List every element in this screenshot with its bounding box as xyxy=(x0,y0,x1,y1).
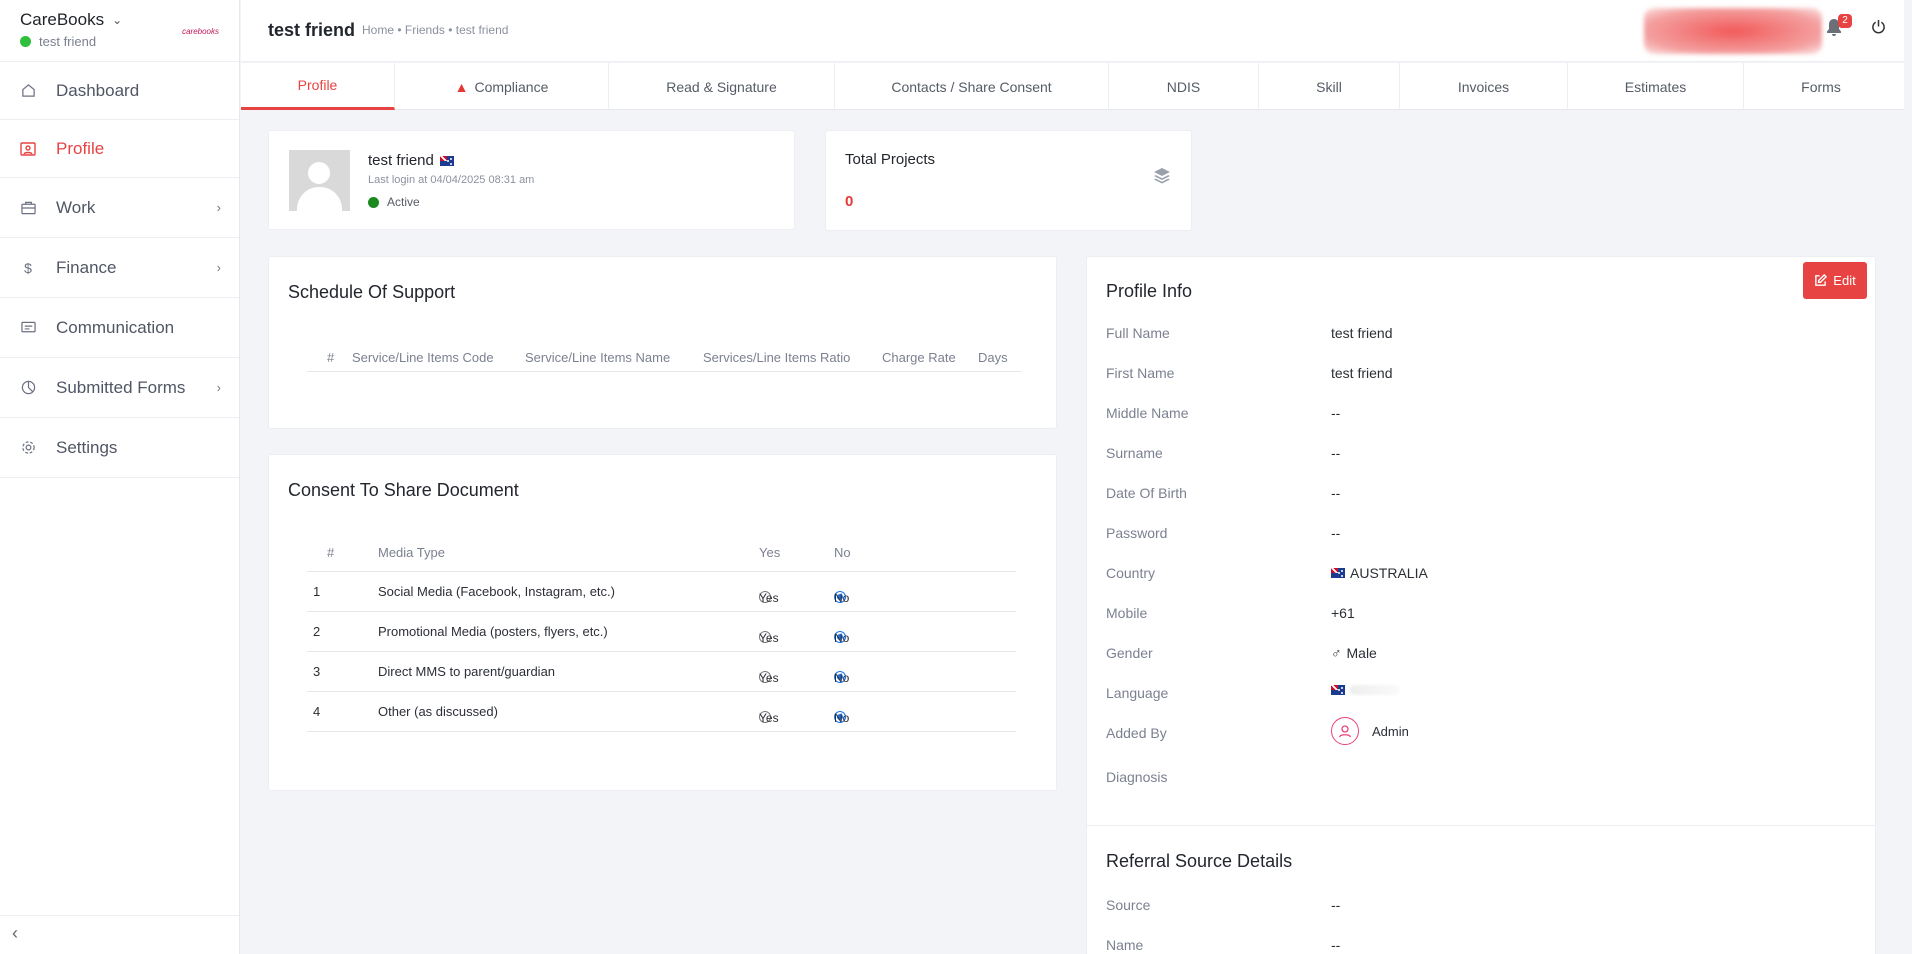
tab-bar: Profile ▲ Compliance Read & Signature Co… xyxy=(241,63,1904,110)
chevron-right-icon: › xyxy=(216,200,221,215)
last-login-text: Last login at 04/04/2025 08:31 am xyxy=(368,174,535,186)
user-name: test friend xyxy=(368,152,434,169)
chevron-down-icon[interactable]: ⌄ xyxy=(112,13,122,27)
consent-table: # Media Type Yes No 1 Social Media (Face… xyxy=(307,545,1016,732)
table-header: # Service/Line Items Code Service/Line I… xyxy=(307,350,1022,372)
sidebar-item-dashboard[interactable]: Dashboard xyxy=(0,62,239,120)
edit-button[interactable]: Edit xyxy=(1803,262,1867,299)
australia-flag-icon xyxy=(1331,685,1345,695)
status-text: Active xyxy=(387,195,420,209)
profile-info-card: Profile Info Edit Full Name test friend … xyxy=(1086,256,1876,954)
collapse-sidebar-icon[interactable]: ‹ xyxy=(12,923,18,944)
australia-flag-icon xyxy=(1331,568,1345,578)
referral-title: Referral Source Details xyxy=(1106,851,1293,871)
user-summary-card: test friend Last login at 04/04/2025 08:… xyxy=(268,130,795,230)
sidebar-item-label: Dashboard xyxy=(56,80,140,100)
tab-invoices[interactable]: Invoices xyxy=(1400,63,1568,110)
tab-read-signature[interactable]: Read & Signature xyxy=(609,63,835,110)
tab-skill[interactable]: Skill xyxy=(1259,63,1400,110)
consent-share-document-card: Consent To Share Document # Media Type Y… xyxy=(268,454,1057,791)
power-icon[interactable] xyxy=(1871,19,1886,39)
active-status-icon xyxy=(368,196,379,208)
sidebar-item-label: Work xyxy=(56,197,96,217)
app-name: CareBooks xyxy=(20,10,105,29)
sidebar-item-submitted-forms[interactable]: Submitted Forms › xyxy=(0,358,239,418)
online-status-icon xyxy=(20,36,31,47)
table-row: 3 Direct MMS to parent/guardian Yes No xyxy=(307,652,1016,692)
schedule-of-support-card: Schedule Of Support # Service/Line Items… xyxy=(268,256,1057,429)
tab-profile[interactable]: Profile xyxy=(241,63,395,110)
page-title: test friend xyxy=(268,20,356,40)
tab-forms[interactable]: Forms xyxy=(1744,63,1898,110)
edit-icon xyxy=(1815,274,1828,286)
notification-badge: 2 xyxy=(1838,14,1852,28)
tab-ndis[interactable]: NDIS xyxy=(1109,63,1259,110)
table-row: 1 Social Media (Facebook, Instagram, etc… xyxy=(307,572,1016,612)
chevron-right-icon: › xyxy=(216,260,221,275)
sidebar-item-label: Submitted Forms xyxy=(56,377,186,397)
redacted-language xyxy=(1350,685,1400,695)
sidebar-item-label: Settings xyxy=(56,437,118,457)
table-header: # Media Type Yes No xyxy=(307,545,1016,572)
avatar xyxy=(289,150,350,211)
total-projects-card: Total Projects 0 xyxy=(825,130,1192,231)
tab-compliance[interactable]: ▲ Compliance xyxy=(395,63,609,110)
sidebar-item-label: Profile xyxy=(56,138,105,158)
user-avatar-icon xyxy=(1331,717,1359,745)
sidebar-item-work[interactable]: Work › xyxy=(0,178,239,238)
tab-estimates[interactable]: Estimates xyxy=(1568,63,1744,110)
redacted-user-area xyxy=(1644,8,1822,54)
brand-header[interactable]: CareBooks ⌄ test friend carebooks xyxy=(0,0,239,62)
sidebar-item-communication[interactable]: Communication xyxy=(0,298,239,358)
layers-icon xyxy=(1153,167,1171,190)
breadcrumb[interactable]: Home • Friends • test friend xyxy=(362,23,508,37)
chevron-right-icon: › xyxy=(216,380,221,395)
pie-chart-icon xyxy=(20,380,36,396)
sidebar-item-label: Communication xyxy=(56,317,175,337)
total-projects-value: 0 xyxy=(845,193,854,210)
home-icon xyxy=(20,83,36,99)
gear-icon xyxy=(20,440,36,456)
dollar-icon: $ xyxy=(24,259,32,276)
sidebar-item-label: Finance xyxy=(56,257,117,277)
sidebar-item-profile[interactable]: Profile xyxy=(0,120,239,178)
top-header: test friend Home • Friends • test friend… xyxy=(241,0,1904,62)
sidebar-item-settings[interactable]: Settings xyxy=(0,418,239,478)
australia-flag-icon xyxy=(439,155,454,166)
message-icon xyxy=(20,320,36,336)
card-title: Consent To Share Document xyxy=(288,480,519,500)
sidebar: CareBooks ⌄ test friend carebooks Dashbo… xyxy=(0,0,240,954)
table-row: 4 Other (as discussed) Yes No xyxy=(307,692,1016,732)
card-title: Schedule Of Support xyxy=(288,282,456,302)
briefcase-icon xyxy=(20,200,36,216)
card-title: Profile Info xyxy=(1106,281,1193,301)
profile-icon xyxy=(20,141,36,157)
table-row: 2 Promotional Media (posters, flyers, et… xyxy=(307,612,1016,652)
section-divider xyxy=(1087,825,1875,826)
male-icon: ♂ xyxy=(1331,645,1342,661)
total-projects-label: Total Projects xyxy=(845,151,936,168)
sidebar-item-finance[interactable]: $ Finance › xyxy=(0,238,239,298)
sidebar-footer-divider xyxy=(0,915,239,916)
current-user-name: test friend xyxy=(39,34,97,49)
brand-logo: carebooks xyxy=(182,27,219,36)
tab-contacts-share-consent[interactable]: Contacts / Share Consent xyxy=(835,63,1109,110)
warning-icon: ▲ xyxy=(454,78,469,95)
